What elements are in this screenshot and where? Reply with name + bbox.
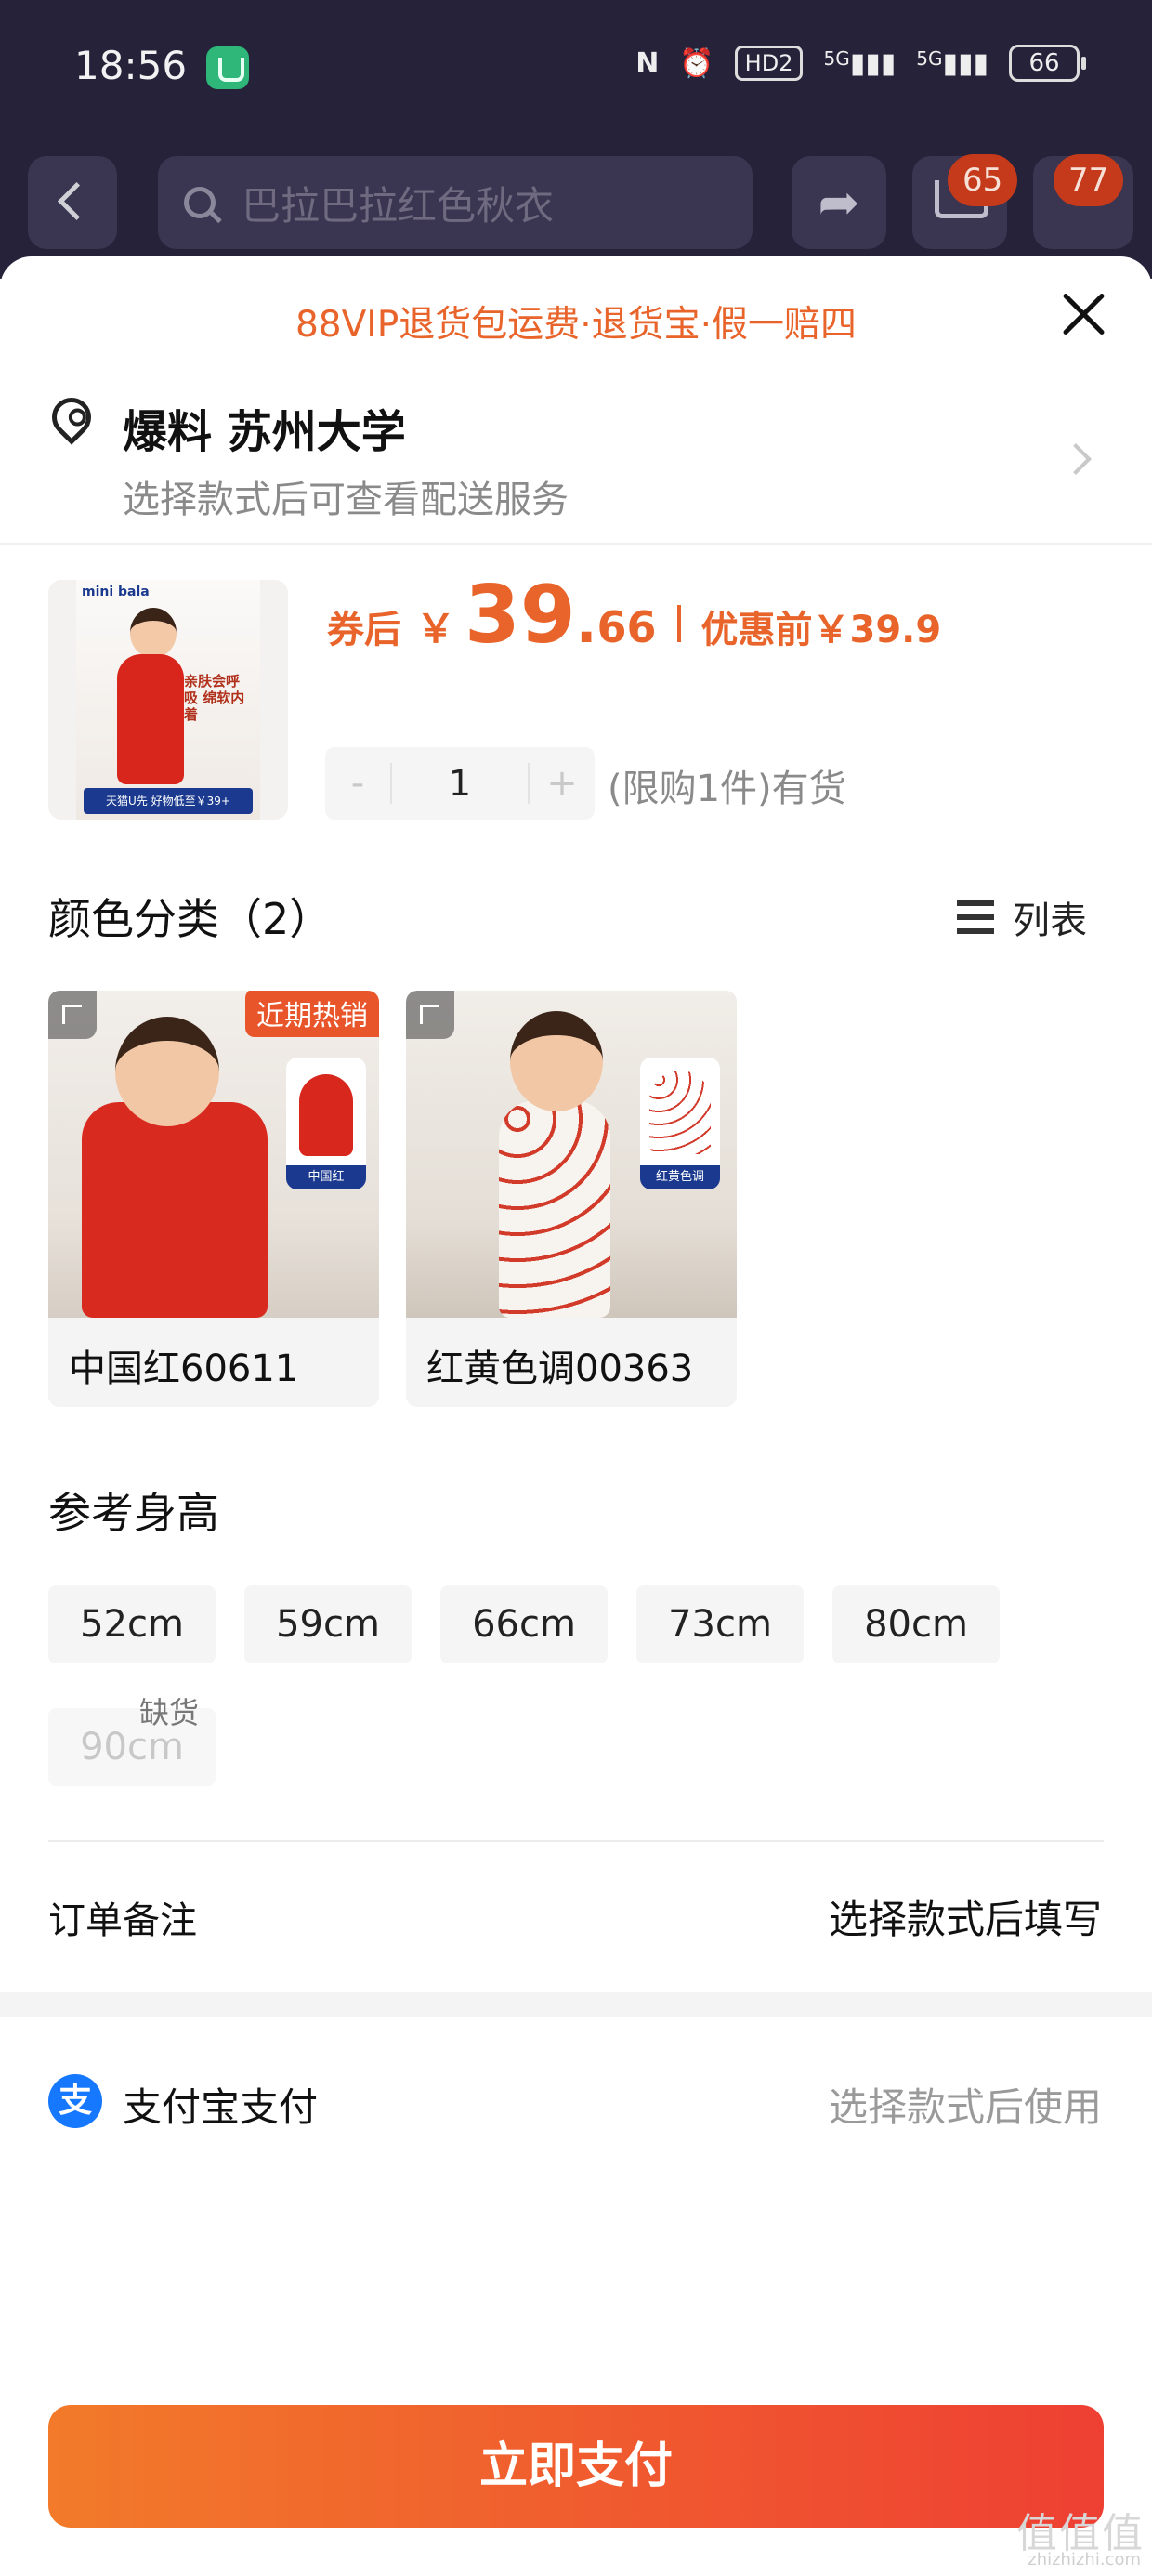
section-separator [0,1992,1152,2017]
payment-method-label: 支付宝支付 [123,2084,319,2130]
cart-badge: 65 [948,154,1018,206]
hot-sale-badge: 近期热销 [245,991,379,1037]
price-row: 券后 ￥ 39 . 66 优惠前￥39.9 [327,569,942,662]
watermark-url: zhizhizhi.com [1028,2550,1141,2569]
divider [0,543,1152,545]
out-of-stock-tag: 缺货 [139,1695,200,1730]
color-option-image: 红黄色调 [406,991,737,1318]
pay-now-button[interactable]: 立即支付 [48,2405,1104,2528]
quantity-stepper: - 1 + [325,747,595,820]
product-thumbnail[interactable]: mini bala 亲肤会呼吸 绵软内着 天猫U先 好物低至￥39+ [48,580,288,820]
app-notification-icon [206,46,249,89]
size-option[interactable]: 80cm [832,1585,1000,1663]
share-button[interactable]: ➦ [792,156,886,249]
thumb-caption: 亲肤会呼吸 绵软内着 [184,673,245,723]
color-option-image: 中国红 [48,991,379,1318]
price-label: 券后 [327,609,401,651]
list-icon [957,899,994,936]
close-icon[interactable] [1059,290,1107,338]
expand-icon[interactable] [48,991,97,1039]
height-section-title: 参考身高 [48,1488,219,1538]
increment-button[interactable]: + [530,762,595,805]
price-integer: 39 [465,569,576,662]
color-option-red-yellow[interactable]: 红黄色调 红黄色调00363 [406,991,737,1407]
size-option[interactable]: 66cm [440,1585,608,1663]
status-time: 18:56 [74,43,188,88]
search-input[interactable]: 巴拉巴拉红色秋衣 [158,156,753,249]
size-option[interactable]: 59cm [244,1585,412,1663]
stock-status: (限购1件)有货 [608,768,846,810]
signal-icon-2: 5G▮▮▮ [916,46,988,80]
inset-color-tag: 红黄色调 [640,1165,720,1189]
share-icon: ➦ [818,173,860,231]
thumb-footer: 天猫U先 好物低至￥39+ [84,788,253,814]
currency-symbol: ￥ [416,606,456,651]
size-option[interactable]: 73cm [636,1585,804,1663]
decrement-button[interactable]: - [325,762,390,805]
status-icons: N ⏰ HD2 5G▮▮▮ 5G▮▮▮ 66 [635,45,1086,82]
hd-icon: HD2 [734,46,804,81]
brand-logo: mini bala [82,585,150,599]
delivery-address[interactable]: 爆料 苏州大学 [123,395,406,460]
quantity-value[interactable]: 1 [390,763,530,804]
alipay-icon: 支 [48,2074,102,2128]
color-option-label: 红黄色调00363 [426,1347,694,1390]
color-option-red[interactable]: 中国红 近期热销 中国红60611 [48,991,379,1407]
order-note-value[interactable]: 选择款式后填写 [829,1888,1102,1945]
back-button[interactable] [28,156,117,249]
original-price: 优惠前￥39.9 [700,609,942,651]
price-decimal: 66 [596,602,657,652]
list-view-toggle[interactable]: 列表 [957,890,1087,944]
list-toggle-label: 列表 [1013,900,1087,942]
payment-method-hint: 选择款式后使用 [828,2084,1102,2130]
delivery-hint: 选择款式后可查看配送服务 [123,479,569,521]
message-badge: 77 [1054,154,1124,206]
signal-icon: 5G▮▮▮ [823,46,897,80]
size-option[interactable]: 52cm [48,1585,216,1663]
battery-icon: 66 [1009,45,1086,82]
color-section-title: 颜色分类（2） [48,894,333,944]
color-option-label: 中国红60611 [69,1347,299,1390]
order-note-label: 订单备注 [48,1899,197,1942]
expand-icon[interactable] [406,991,454,1039]
alarm-icon: ⏰ [679,46,714,80]
nfc-icon: N [635,46,660,80]
inset-color-tag: 中国红 [286,1165,366,1189]
divider [48,1840,1104,1842]
search-icon [184,187,216,218]
search-placeholder: 巴拉巴拉红色秋衣 [242,182,555,229]
vip-banner: 88VIP退货包运费·退货宝·假一赔四 [295,304,857,346]
